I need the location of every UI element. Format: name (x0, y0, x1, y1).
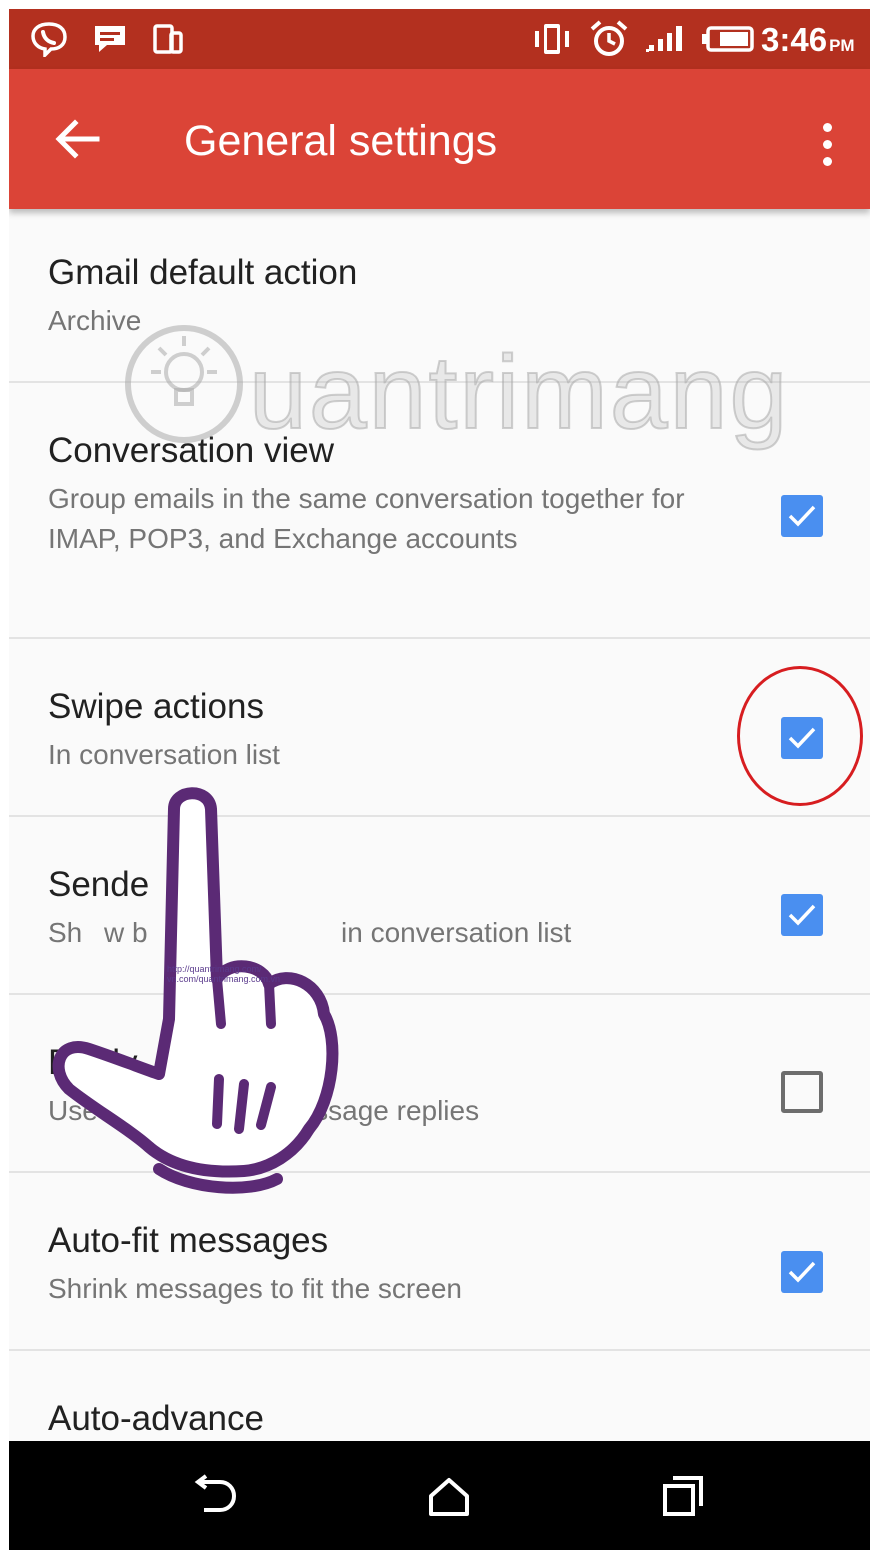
nav-home-button[interactable] (419, 1471, 479, 1521)
setting-title: Swipe actions (48, 687, 264, 726)
setting-title: Gmail default action (48, 253, 358, 292)
reply-all-checkbox[interactable] (781, 1071, 823, 1113)
setting-reply-all[interactable]: Reply Use as default for message replies (9, 995, 870, 1173)
back-nav-icon (194, 1474, 237, 1512)
setting-subtitle-part: w b (104, 917, 148, 948)
more-vert-icon-dot (822, 122, 832, 132)
alarm-icon (587, 20, 631, 56)
more-vert-icon-dot (822, 156, 832, 166)
vibrate-icon (531, 22, 573, 56)
more-vert-icon-dot (822, 139, 832, 149)
more-options-button[interactable] (807, 114, 847, 174)
check-icon (788, 1261, 816, 1283)
nav-back-button[interactable] (184, 1471, 244, 1521)
chat-icon (92, 22, 128, 56)
setting-auto-advance[interactable]: Auto-advance (9, 1351, 870, 1441)
setting-subtitle: Shrink messages to fit the screen (48, 1273, 462, 1304)
setting-title: Sende (48, 865, 150, 904)
setting-conversation-view[interactable]: Conversation view Group emails in the sa… (9, 383, 870, 639)
auto-fit-checkbox[interactable] (781, 1251, 823, 1293)
back-button[interactable] (47, 109, 107, 169)
setting-subtitle: Archive (48, 305, 142, 336)
viber-icon (27, 22, 71, 57)
setting-subtitle: Group emails in the same conversation to… (48, 483, 685, 554)
setting-auto-fit-messages[interactable]: Auto-fit messages Shrink messages to fit… (9, 1173, 870, 1351)
setting-subtitle: In conversation list (48, 739, 280, 770)
screen: 3:46 PM General settings Gmail default ac… (9, 9, 870, 1550)
nav-recents-button[interactable] (653, 1471, 713, 1521)
check-icon (788, 505, 816, 527)
setting-title: Reply (48, 1043, 138, 1082)
settings-list: Gmail default action Archive Conversatio… (9, 209, 870, 1441)
signal-icon (644, 22, 690, 56)
status-time: 3:46 PM (761, 21, 855, 58)
status-bar: 3:46 PM (9, 9, 870, 69)
sender-image-checkbox[interactable] (781, 894, 823, 936)
setting-title: Auto-advance (48, 1399, 264, 1438)
app-bar: General settings (9, 69, 870, 209)
conversation-view-checkbox[interactable] (781, 495, 823, 537)
setting-title: Auto-fit messages (48, 1221, 329, 1260)
setting-gmail-default-action[interactable]: Gmail default action Archive (9, 209, 870, 383)
recents-nav-icon (663, 1476, 703, 1516)
setting-subtitle-part: Sh (48, 917, 83, 948)
battery-icon (699, 22, 755, 56)
page-title: General settings (184, 117, 498, 165)
highlight-circle (737, 666, 863, 806)
setting-subtitle: Use as default for message replies (48, 1095, 480, 1126)
setting-sender-image[interactable]: Sende Sh w b in conversation list (9, 817, 870, 995)
phone-copy-icon (151, 22, 185, 56)
arrow-back-icon (55, 119, 100, 159)
navigation-bar (9, 1441, 870, 1550)
setting-title: Conversation view (48, 431, 334, 470)
check-icon (788, 904, 816, 926)
home-nav-icon (429, 1478, 469, 1516)
setting-subtitle-part: in conversation list (341, 917, 572, 948)
